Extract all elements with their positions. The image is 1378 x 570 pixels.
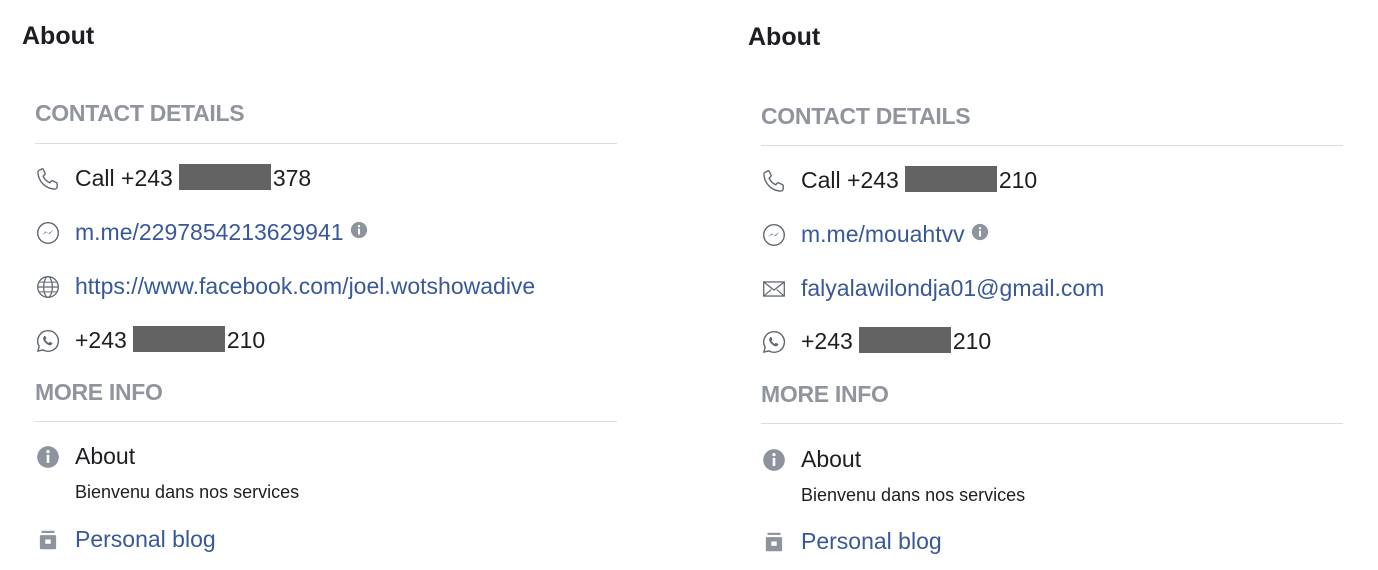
category-icon — [761, 529, 787, 555]
globe-icon — [35, 274, 61, 300]
whatsapp-icon — [35, 328, 61, 354]
info-icon — [35, 444, 61, 470]
phone-suffix: 378 — [272, 165, 312, 191]
website-row[interactable]: https://www.facebook.com/joel.wotshowadi… — [35, 270, 615, 302]
about-panel-right: About CONTACT DETAILS Call +243 210 m.me/… — [748, 0, 1348, 570]
about-row: About — [35, 440, 615, 472]
info-icon — [761, 447, 787, 473]
more-info-heading: MORE INFO — [761, 381, 889, 407]
contact-details-heading: CONTACT DETAILS — [761, 103, 971, 129]
redaction-block — [132, 326, 225, 352]
messenger-icon — [35, 220, 61, 246]
envelope-icon — [761, 276, 787, 302]
more-info-heading: MORE INFO — [35, 379, 163, 405]
phone-icon — [761, 168, 787, 194]
whatsapp-prefix: +243 — [75, 327, 127, 353]
divider — [761, 145, 1343, 146]
redaction-block — [178, 164, 271, 190]
email-row[interactable]: falyalawilondja01@gmail.com — [761, 272, 1341, 304]
messenger-row[interactable]: m.me/2297854213629941 — [35, 216, 615, 248]
category-row[interactable]: Personal blog — [761, 525, 1341, 557]
website-link[interactable]: https://www.facebook.com/joel.wotshowadi… — [75, 270, 535, 302]
redaction-block — [858, 327, 951, 353]
about-description: Bienvenu dans nos services — [801, 485, 1026, 505]
whatsapp-suffix: 210 — [226, 327, 266, 353]
whatsapp-row[interactable]: +243 210 — [761, 325, 1341, 357]
about-label: About — [75, 443, 136, 469]
about-title: About — [22, 22, 95, 50]
divider — [761, 423, 1343, 424]
phone-row[interactable]: Call +243 210 — [761, 164, 1341, 196]
about-panel-left: About CONTACT DETAILS Call +243 378 m.me/… — [22, 0, 622, 570]
redaction-block — [904, 166, 997, 192]
category-row[interactable]: Personal blog — [35, 523, 615, 555]
divider — [35, 421, 617, 422]
messenger-link[interactable]: m.me/2297854213629941 — [75, 219, 344, 245]
phone-suffix: 210 — [998, 167, 1038, 193]
whatsapp-icon — [761, 329, 787, 355]
divider — [35, 143, 617, 144]
whatsapp-prefix: +243 — [801, 328, 853, 354]
phone-row[interactable]: Call +243 378 — [35, 162, 615, 194]
about-description: Bienvenu dans nos services — [75, 482, 300, 502]
category-icon — [35, 527, 61, 553]
contact-details-heading: CONTACT DETAILS — [35, 100, 245, 126]
category-link[interactable]: Personal blog — [801, 525, 942, 557]
about-label: About — [801, 446, 862, 472]
whatsapp-suffix: 210 — [952, 328, 992, 354]
messenger-row[interactable]: m.me/mouahtvv — [761, 218, 1341, 250]
phone-prefix: Call +243 — [75, 165, 173, 191]
whatsapp-row[interactable]: +243 210 — [35, 324, 615, 356]
info-icon[interactable] — [971, 223, 989, 241]
info-icon[interactable] — [350, 221, 368, 239]
messenger-link[interactable]: m.me/mouahtvv — [801, 221, 965, 247]
category-link[interactable]: Personal blog — [75, 523, 216, 555]
messenger-icon — [761, 222, 787, 248]
email-link[interactable]: falyalawilondja01@gmail.com — [801, 272, 1104, 304]
about-title: About — [748, 23, 821, 51]
phone-prefix: Call +243 — [801, 167, 899, 193]
phone-icon — [35, 166, 61, 192]
about-row: About — [761, 443, 1341, 475]
